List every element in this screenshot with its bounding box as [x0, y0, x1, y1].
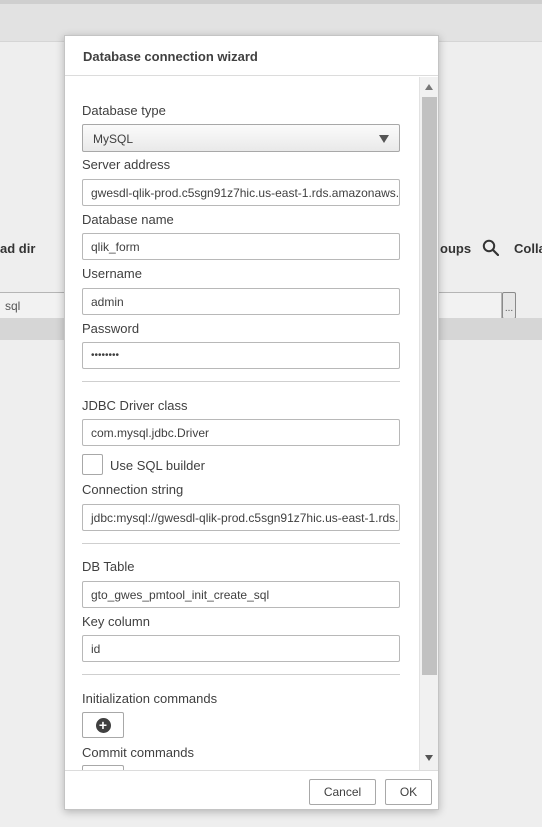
dialog-header: Database connection wizard [65, 36, 438, 76]
divider [82, 674, 400, 675]
scroll-down-arrow-icon[interactable] [425, 755, 433, 761]
jdbc-driver-label: JDBC Driver class [82, 398, 188, 413]
scroll-thumb[interactable] [422, 97, 437, 675]
password-input[interactable]: •••••••• [82, 342, 400, 369]
search-icon[interactable] [482, 239, 500, 259]
commit-commands-label: Commit commands [82, 745, 194, 760]
database-type-select[interactable]: MySQL [82, 124, 400, 152]
dialog-body[interactable]: Database type MySQL Server address gwesd… [65, 77, 438, 770]
use-sql-builder-label[interactable]: Use SQL builder [110, 458, 205, 473]
plus-circle-icon: + [95, 717, 111, 733]
username-label: Username [82, 266, 142, 281]
divider [82, 543, 400, 544]
key-column-label: Key column [82, 614, 150, 629]
dialog-title: Database connection wizard [83, 49, 258, 64]
app-top-strip [0, 0, 542, 4]
bg-groups-label[interactable]: oups [440, 241, 471, 256]
server-address-label: Server address [82, 157, 171, 172]
scroll-up-arrow-icon[interactable] [425, 84, 433, 90]
database-type-value: MySQL [93, 132, 134, 146]
db-table-label: DB Table [82, 559, 135, 574]
database-name-input[interactable]: qlik_form [82, 233, 400, 260]
password-label: Password [82, 321, 140, 336]
bg-collapse-label[interactable]: Colla [514, 241, 542, 256]
cancel-button[interactable]: Cancel [309, 779, 376, 805]
chevron-down-icon [379, 135, 389, 143]
database-connection-dialog: Database connection wizard Database type… [64, 35, 439, 810]
add-initialization-command-button[interactable]: + [82, 712, 124, 738]
bg-left-field[interactable]: sql [0, 292, 68, 319]
dialog-scrollbar[interactable] [419, 77, 438, 770]
db-table-input[interactable]: gto_gwes_pmtool_init_create_sql [82, 581, 400, 608]
dialog-footer: Cancel OK [65, 770, 438, 810]
connection-string-input[interactable]: jdbc:mysql://gwesdl-qlik-prod.c5sgn91z7h… [82, 504, 400, 531]
bg-load-dir-label: ad dir [0, 241, 36, 256]
divider [82, 381, 400, 382]
server-address-input[interactable]: gwesdl-qlik-prod.c5sgn91z7hic.us-east-1.… [82, 179, 400, 206]
jdbc-driver-input[interactable]: com.mysql.jdbc.Driver [82, 419, 400, 446]
database-name-label: Database name [82, 212, 174, 227]
bg-browse-button[interactable]: ... [502, 292, 516, 319]
use-sql-builder-checkbox[interactable] [82, 454, 103, 475]
key-column-input[interactable]: id [82, 635, 400, 662]
bg-right-field[interactable] [436, 292, 502, 319]
ok-button[interactable]: OK [385, 779, 432, 805]
username-input[interactable]: admin [82, 288, 400, 315]
initialization-commands-label: Initialization commands [82, 691, 218, 706]
database-type-label: Database type [82, 103, 166, 118]
connection-string-label: Connection string [82, 482, 184, 497]
